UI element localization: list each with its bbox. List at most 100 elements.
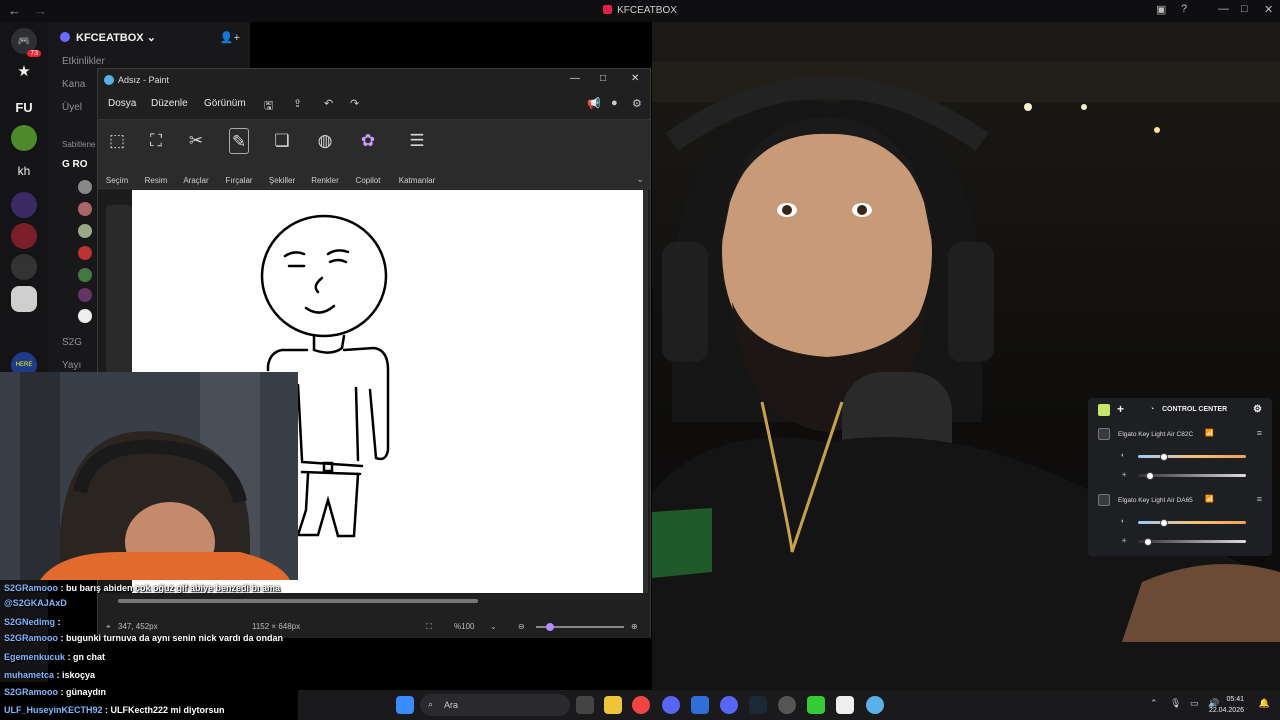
layers-icon: ☰ [409, 131, 425, 150]
chat-username: @S2GKAJAxD [4, 598, 67, 608]
brightness-slider-1[interactable] [1138, 455, 1246, 458]
tray-chevron-icon[interactable]: ⌃ [1150, 698, 1158, 709]
close-button[interactable]: ✕ [1264, 3, 1273, 16]
start-icon[interactable] [396, 696, 414, 714]
paint-minimize-button[interactable]: — [570, 73, 580, 84]
discord-home-icon[interactable]: 🎮 73 [11, 28, 41, 57]
voice-channel-g-ro[interactable]: G RO [62, 159, 88, 170]
temperature-slider-2-knob[interactable] [1144, 538, 1152, 546]
brush-size-slider[interactable] [106, 205, 132, 395]
brightness-slider-2[interactable] [1138, 521, 1246, 524]
tool-selection[interactable]: ⬚ Seçim [95, 128, 139, 185]
save-icon[interactable]: 🖫 [264, 97, 273, 116]
server-icon-2[interactable] [11, 254, 37, 280]
avatar [78, 288, 92, 302]
zoom-value[interactable]: %100 [454, 622, 474, 631]
events-item[interactable]: Etkinlikler [62, 56, 105, 67]
brightness-slider-2-knob[interactable] [1160, 519, 1168, 527]
network-icon[interactable]: ▭ [1190, 698, 1199, 709]
minimize-button[interactable]: — [1218, 3, 1229, 15]
tool-layers[interactable]: ☰ Katmanlar [395, 128, 439, 185]
taskbar-search[interactable]: ⌕ Ara [420, 694, 570, 716]
redo-icon[interactable]: ↷ [350, 97, 359, 110]
device-settings-icon[interactable]: ≡ [1257, 428, 1262, 438]
tool-brushes[interactable]: ✎ Fırçalar [217, 128, 261, 185]
notepad-icon[interactable] [836, 696, 854, 714]
tool-colors[interactable]: ◍ Renkler [303, 128, 347, 185]
discord-icon-2[interactable] [720, 696, 738, 714]
zoom-dropdown-icon[interactable]: ⌄ [490, 622, 497, 631]
paint-maximize-button[interactable]: □ [600, 73, 606, 84]
file-explorer-icon[interactable] [604, 696, 622, 714]
notification-icon[interactable]: 🔔 [1259, 698, 1270, 709]
temperature-slider-1[interactable] [1138, 474, 1246, 477]
server-fury[interactable] [11, 125, 37, 151]
collapse-ribbon-icon[interactable]: ⌄ [636, 174, 644, 185]
chrome-icon[interactable] [632, 696, 650, 714]
steam-icon[interactable] [749, 696, 767, 714]
zoom-slider-knob[interactable] [546, 623, 554, 631]
star-icon[interactable]: ★ [11, 58, 37, 84]
device-settings-icon[interactable]: ≡ [1257, 494, 1262, 504]
menu-edit[interactable]: Düzenle [151, 98, 188, 109]
clock-time: 05:41 [1226, 696, 1244, 703]
obs-icon[interactable] [778, 696, 796, 714]
undo-icon[interactable]: ↶ [324, 97, 333, 110]
notification-badge: 73 [27, 50, 41, 57]
account-icon[interactable]: ● [611, 97, 618, 109]
media-icon[interactable] [807, 696, 825, 714]
discord-icon[interactable] [662, 696, 680, 714]
tool-shapes[interactable]: ❏ Şekiller [260, 128, 304, 185]
menu-view[interactable]: Görünüm [204, 98, 246, 109]
guild-header[interactable]: KFCEATBOX ⌄ [60, 31, 156, 44]
voice-channel-yayin[interactable]: Yayı [62, 360, 81, 371]
tool-tools[interactable]: ✂ Araçlar [174, 128, 218, 185]
voice-channel-s2g[interactable]: S2G [62, 337, 82, 348]
tool-label: Resim [144, 176, 168, 185]
zoom-out-icon[interactable]: ⊖ [518, 622, 525, 631]
device-power-toggle[interactable] [1098, 494, 1110, 506]
share-icon[interactable]: ⇪ [293, 97, 302, 110]
settings-gear-icon[interactable]: ⚙ [1253, 404, 1262, 415]
microphone-icon[interactable]: 🎙 [1170, 698, 1181, 709]
help-icon[interactable]: ? [1181, 3, 1187, 15]
device-power-toggle[interactable] [1098, 428, 1110, 440]
task-view-icon[interactable] [576, 696, 594, 714]
chat-message: S2GRamooo : bu barış abiden çok oğuz gif… [4, 583, 280, 593]
server-fu[interactable]: FU [11, 94, 37, 120]
members-item[interactable]: Üyel [62, 102, 82, 113]
brush-icon: ✎ [229, 128, 249, 154]
inbox-icon[interactable]: ▣ [1156, 3, 1166, 16]
app-icon-blue[interactable] [691, 696, 709, 714]
maximize-button[interactable]: □ [1241, 3, 1248, 15]
brightness-slider-1-knob[interactable] [1160, 453, 1168, 461]
menu-file[interactable]: Dosya [108, 98, 136, 109]
add-user-icon[interactable]: 👤+ [220, 31, 240, 44]
vertical-scrollbar[interactable] [643, 190, 648, 593]
paint-settings-icon[interactable]: ⚙ [632, 97, 642, 110]
device-name: Elgato Key Light Air DA65 [1118, 497, 1193, 504]
streamer-image [652, 62, 1280, 690]
temperature-slider-2[interactable] [1138, 540, 1246, 543]
server-icon-1[interactable] [11, 192, 37, 218]
brightness-icon: ◐ [1121, 518, 1126, 525]
power-all-icon[interactable] [1098, 404, 1110, 416]
channels-item[interactable]: Kana [62, 79, 85, 90]
server-kh[interactable]: kh [11, 158, 37, 184]
server-kfceatbox[interactable] [11, 223, 37, 249]
zoom-in-icon[interactable]: ⊕ [631, 622, 638, 631]
taskbar-clock[interactable]: 05:41 22.04.2026 [1209, 694, 1244, 716]
paint-menu-bar: Dosya Düzenle Görünüm 🖫 ⇪ ↶ ↷ 📢 ● ⚙ [98, 93, 650, 115]
tool-label: Copilot [355, 176, 381, 185]
wifi-icon: 📶 [1205, 430, 1214, 437]
tool-image[interactable]: ⛶ Resim [134, 128, 178, 185]
fit-screen-icon[interactable]: ⛶ [426, 622, 432, 632]
temperature-slider-1-knob[interactable] [1146, 472, 1154, 480]
paint-taskbar-icon[interactable] [866, 696, 884, 714]
server-icon-3[interactable] [11, 286, 37, 312]
paint-close-button[interactable]: ✕ [631, 73, 639, 84]
tool-copilot[interactable]: ✿ Copilot [346, 128, 390, 185]
paint-title-bar: Adsız - Paint — □ ✕ [98, 69, 650, 91]
add-device-icon[interactable]: + [1117, 402, 1124, 416]
announcement-icon[interactable]: 📢 [587, 97, 601, 110]
